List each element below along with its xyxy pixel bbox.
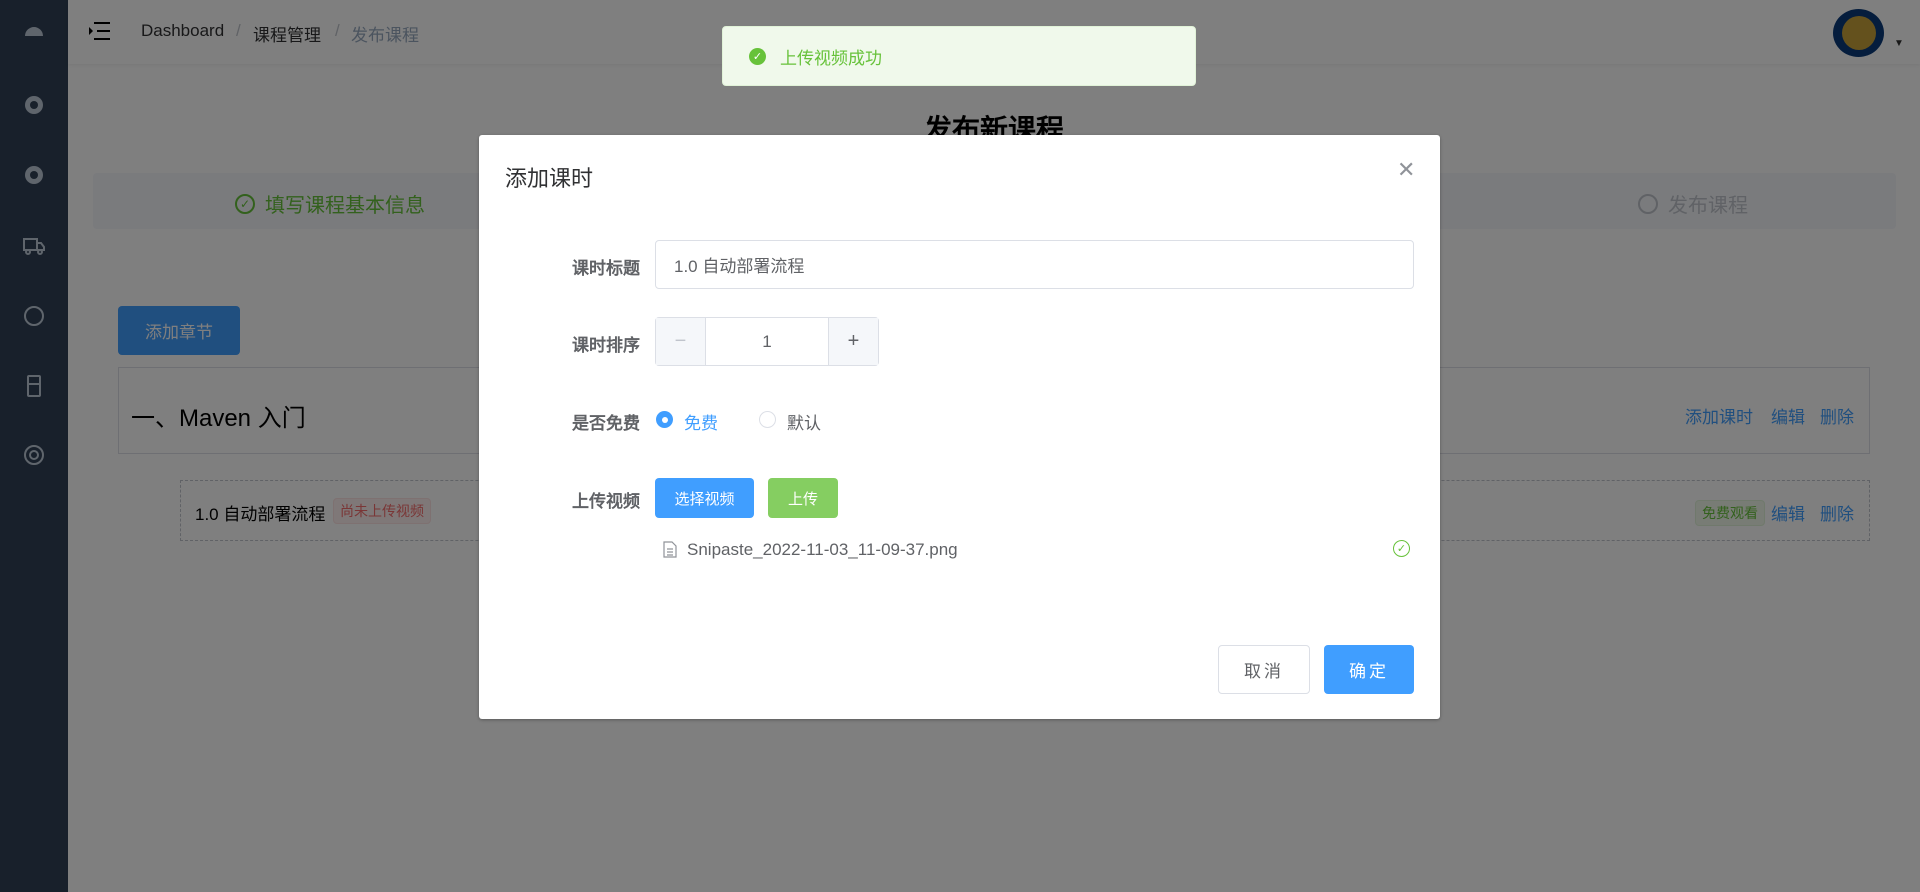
upload-success-icon: ✓ [1393, 540, 1410, 557]
free-label: 是否免费 [572, 414, 640, 433]
sort-stepper: − 1 + [655, 317, 879, 366]
document-icon [663, 541, 677, 558]
sort-value[interactable]: 1 [706, 318, 828, 365]
toast-message: 上传视频成功 [780, 48, 882, 68]
radio-default[interactable] [759, 411, 776, 428]
upload-button[interactable]: 上传 [768, 478, 838, 518]
decrease-button[interactable]: − [656, 318, 706, 365]
lesson-title-input[interactable] [655, 240, 1414, 289]
dialog-title: 添加课时 [505, 166, 594, 191]
title-label: 课时标题 [572, 259, 640, 278]
close-icon[interactable]: ✕ [1397, 157, 1415, 183]
success-toast: ✓ 上传视频成功 [722, 26, 1196, 86]
sort-label: 课时排序 [572, 336, 640, 355]
radio-free-label[interactable]: 免费 [684, 409, 718, 434]
uploaded-file-name[interactable]: Snipaste_2022-11-03_11-09-37.png [687, 540, 958, 560]
success-icon: ✓ [749, 47, 766, 65]
cancel-button[interactable]: 取消 [1218, 645, 1310, 694]
confirm-button[interactable]: 确定 [1324, 645, 1414, 694]
upload-label: 上传视频 [572, 492, 640, 511]
add-lesson-dialog: 添加课时 ✕ 课时标题 课时排序 − 1 + 是否免费 免费 默认 上传视频 选… [479, 135, 1440, 719]
radio-free[interactable] [656, 411, 673, 428]
increase-button[interactable]: + [828, 318, 878, 365]
radio-default-label[interactable]: 默认 [787, 409, 821, 434]
select-video-button[interactable]: 选择视频 [655, 478, 754, 518]
